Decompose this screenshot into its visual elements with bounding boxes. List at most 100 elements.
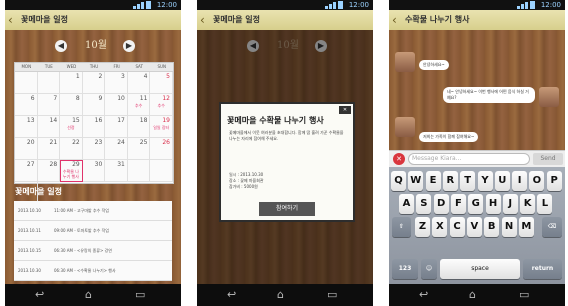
calendar-day[interactable]: 23 [82, 138, 106, 160]
nav-recent-icon[interactable]: ▭ [135, 287, 145, 303]
calendar-day[interactable]: 19 일일 장터 [150, 116, 173, 138]
calendar-day[interactable]: 5 [150, 72, 173, 94]
back-arrow-icon[interactable]: ‹ [200, 12, 205, 28]
join-button[interactable]: 참여하기 [259, 202, 315, 216]
schedule-item[interactable]: 2013.10.11 09:00 AM - 토마토밭 추수 작업 [14, 221, 172, 241]
key-d[interactable]: D [433, 194, 449, 214]
key-z[interactable]: Z [415, 217, 430, 237]
key-c[interactable]: C [449, 217, 465, 237]
calendar-day[interactable]: 15 선정 [60, 116, 83, 138]
nav-home-icon[interactable]: ⌂ [85, 287, 92, 303]
key-f[interactable]: F [450, 194, 466, 214]
space-key[interactable]: space [440, 259, 520, 279]
weekday-label: TUE [44, 64, 53, 69]
key-r[interactable]: R [442, 171, 458, 191]
schedule-item[interactable]: 2013.10.30 06:30 AM - <수확물 나누기> 행사 [14, 261, 172, 281]
return-key[interactable]: return [523, 259, 562, 279]
key-t[interactable]: T [460, 171, 476, 191]
nav-bar: ↩ ⌂ ▭ [197, 284, 373, 306]
key-g[interactable]: G [468, 194, 484, 214]
nav-back-icon[interactable]: ↩ [35, 287, 44, 303]
key-u[interactable]: U [494, 171, 510, 191]
nav-back-icon[interactable]: ↩ [419, 287, 428, 303]
key-s[interactable]: S [416, 194, 432, 214]
calendar-day[interactable]: 12 추수 [150, 94, 173, 116]
dialog-body: 꽃메마을에서 이웃 여러분을 초대합니다. 함께 땀 흘려 가꾼 수확물을 나누… [229, 130, 344, 141]
schedule-item[interactable]: 2013.10.10 11:00 AM - 고구마밭 추수 작업 [14, 201, 172, 221]
day-event: 추수 [157, 103, 165, 108]
key-k[interactable]: K [520, 194, 536, 214]
next-month-button[interactable]: ▶ [123, 40, 135, 52]
backspace-key[interactable]: ⌫ [542, 217, 562, 237]
key-b[interactable]: B [484, 217, 500, 237]
key-q[interactable]: Q [391, 171, 406, 191]
key-n[interactable]: N [501, 217, 517, 237]
key-m[interactable]: M [518, 217, 534, 237]
day-number: 16 [94, 117, 103, 124]
day-number: 12 [162, 95, 170, 102]
avatar [395, 52, 415, 72]
calendar-day[interactable]: 4 [127, 72, 151, 94]
calendar-day[interactable]: 24 [105, 138, 128, 160]
back-arrow-icon[interactable]: ‹ [8, 12, 13, 28]
calendar-day[interactable]: 31 [105, 160, 128, 182]
key-e[interactable]: E [425, 171, 441, 191]
schedule-item[interactable]: 2013.10.15 06:30 AM - <유랑의 종류> 강연 [14, 241, 172, 261]
prev-month-button[interactable]: ◀ [55, 40, 67, 52]
nav-back-icon[interactable]: ↩ [227, 287, 236, 303]
message-input[interactable]: Message Kiara... [408, 153, 530, 165]
calendar-day[interactable]: 28 [37, 160, 61, 182]
key-i[interactable]: I [512, 171, 528, 191]
calendar-day[interactable]: 30 [82, 160, 106, 182]
calendar-day[interactable]: 29 수확물 나누기 행사 [60, 160, 83, 182]
nav-recent-icon[interactable]: ▭ [519, 287, 529, 303]
numbers-key[interactable]: 123 [392, 259, 418, 279]
calendar-day[interactable]: 3 [105, 72, 128, 94]
calendar-day[interactable]: 16 [82, 116, 106, 138]
clear-icon[interactable]: ✕ [393, 153, 405, 165]
key-y[interactable]: Y [477, 171, 493, 191]
day-number: 20 [26, 139, 35, 146]
day-number: 21 [49, 139, 58, 146]
key-h[interactable]: H [485, 194, 501, 214]
calendar-day[interactable]: 2 [82, 72, 106, 94]
key-x[interactable]: X [432, 217, 448, 237]
calendar-day[interactable]: 13 [15, 116, 38, 138]
key-j[interactable]: J [502, 194, 518, 214]
calendar-day[interactable]: 25 [127, 138, 151, 160]
key-a[interactable]: A [399, 194, 414, 214]
send-button[interactable]: Send [533, 153, 563, 165]
close-dialog-button[interactable]: ✕ [339, 106, 351, 114]
calendar-day[interactable]: 1 [60, 72, 83, 94]
calendar-day[interactable]: 14 [37, 116, 61, 138]
calendar-day[interactable]: 21 [37, 138, 61, 160]
calendar-day[interactable]: 10 [105, 94, 128, 116]
key-w[interactable]: W [408, 171, 424, 191]
schedule-list: 2013.10.10 11:00 AM - 고구마밭 추수 작업 2013.10.1… [14, 201, 172, 281]
emoji-key[interactable]: ☺ [421, 259, 437, 279]
day-number: 15 [72, 117, 80, 124]
shift-key[interactable]: ⇧ [392, 217, 411, 237]
key-l[interactable]: L [537, 194, 553, 214]
calendar-day[interactable]: 6 [15, 94, 38, 116]
calendar-day[interactable]: 8 [60, 94, 83, 116]
key-v[interactable]: V [466, 217, 482, 237]
calendar-day[interactable]: 7 [37, 94, 61, 116]
calendar-day[interactable]: 20 [15, 138, 38, 160]
calendar-day[interactable]: 9 [82, 94, 106, 116]
calendar-day[interactable]: 17 [105, 116, 128, 138]
nav-recent-icon[interactable]: ▭ [327, 287, 337, 303]
nav-home-icon[interactable]: ⌂ [469, 287, 476, 303]
calendar-day[interactable]: 27 [15, 160, 38, 182]
nav-home-icon[interactable]: ⌂ [277, 287, 284, 303]
calendar-day[interactable]: 26 [150, 138, 173, 160]
chat-area: 안녕하세요~ 네~ 안녕하세요~ 이번 행사에 어떤 음식 하실 거예요? 저희… [389, 32, 565, 147]
day-number: 24 [117, 139, 125, 146]
key-p[interactable]: P [546, 171, 562, 191]
calendar-day[interactable]: 11 추수 [127, 94, 151, 116]
calendar-day[interactable]: 18 [127, 116, 151, 138]
back-arrow-icon[interactable]: ‹ [392, 12, 397, 28]
calendar-day[interactable]: 22 [60, 138, 83, 160]
key-o[interactable]: O [529, 171, 545, 191]
weekday-label: THU [89, 64, 99, 69]
